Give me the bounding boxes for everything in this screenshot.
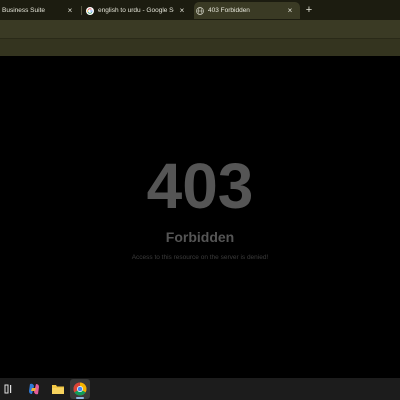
file-explorer-button[interactable] (48, 379, 68, 399)
screen: Business Suite × english to urdu - Googl… (0, 0, 400, 400)
task-view-button[interactable] (0, 379, 20, 399)
tab-403-forbidden[interactable]: 403 Forbidden × (194, 2, 300, 19)
taskbar (0, 378, 400, 400)
address-toolbar (0, 20, 400, 38)
tab-title: english to urdu - Google Search (98, 7, 174, 14)
close-icon[interactable]: × (286, 6, 294, 15)
copilot-icon (29, 383, 39, 395)
tab-strip: Business Suite × english to urdu - Googl… (0, 0, 400, 20)
chrome-icon (73, 382, 87, 396)
tab-business-suite[interactable]: Business Suite × (0, 2, 80, 19)
page-content: 403 Forbidden Access to this resource on… (0, 56, 400, 378)
file-explorer-icon (52, 385, 64, 394)
bookmarks-bar (0, 38, 400, 56)
error-message: Access to this resource on the server is… (131, 254, 269, 261)
google-g-icon (86, 6, 94, 15)
error-code: 403 (146, 150, 254, 222)
new-tab-button[interactable]: + (303, 4, 315, 16)
tab-google-search[interactable]: english to urdu - Google Search × (84, 2, 192, 19)
active-app-indicator (76, 397, 84, 399)
globe-icon (196, 6, 204, 15)
tab-separator (81, 6, 82, 15)
task-view-icon (4, 384, 12, 394)
copilot-button[interactable] (24, 379, 44, 399)
close-icon[interactable]: × (178, 6, 186, 15)
tab-title: 403 Forbidden (208, 7, 250, 14)
close-icon[interactable]: × (66, 6, 74, 15)
error-title: Forbidden (165, 229, 235, 245)
chrome-button[interactable] (70, 379, 90, 399)
tab-title: Business Suite (2, 7, 45, 14)
